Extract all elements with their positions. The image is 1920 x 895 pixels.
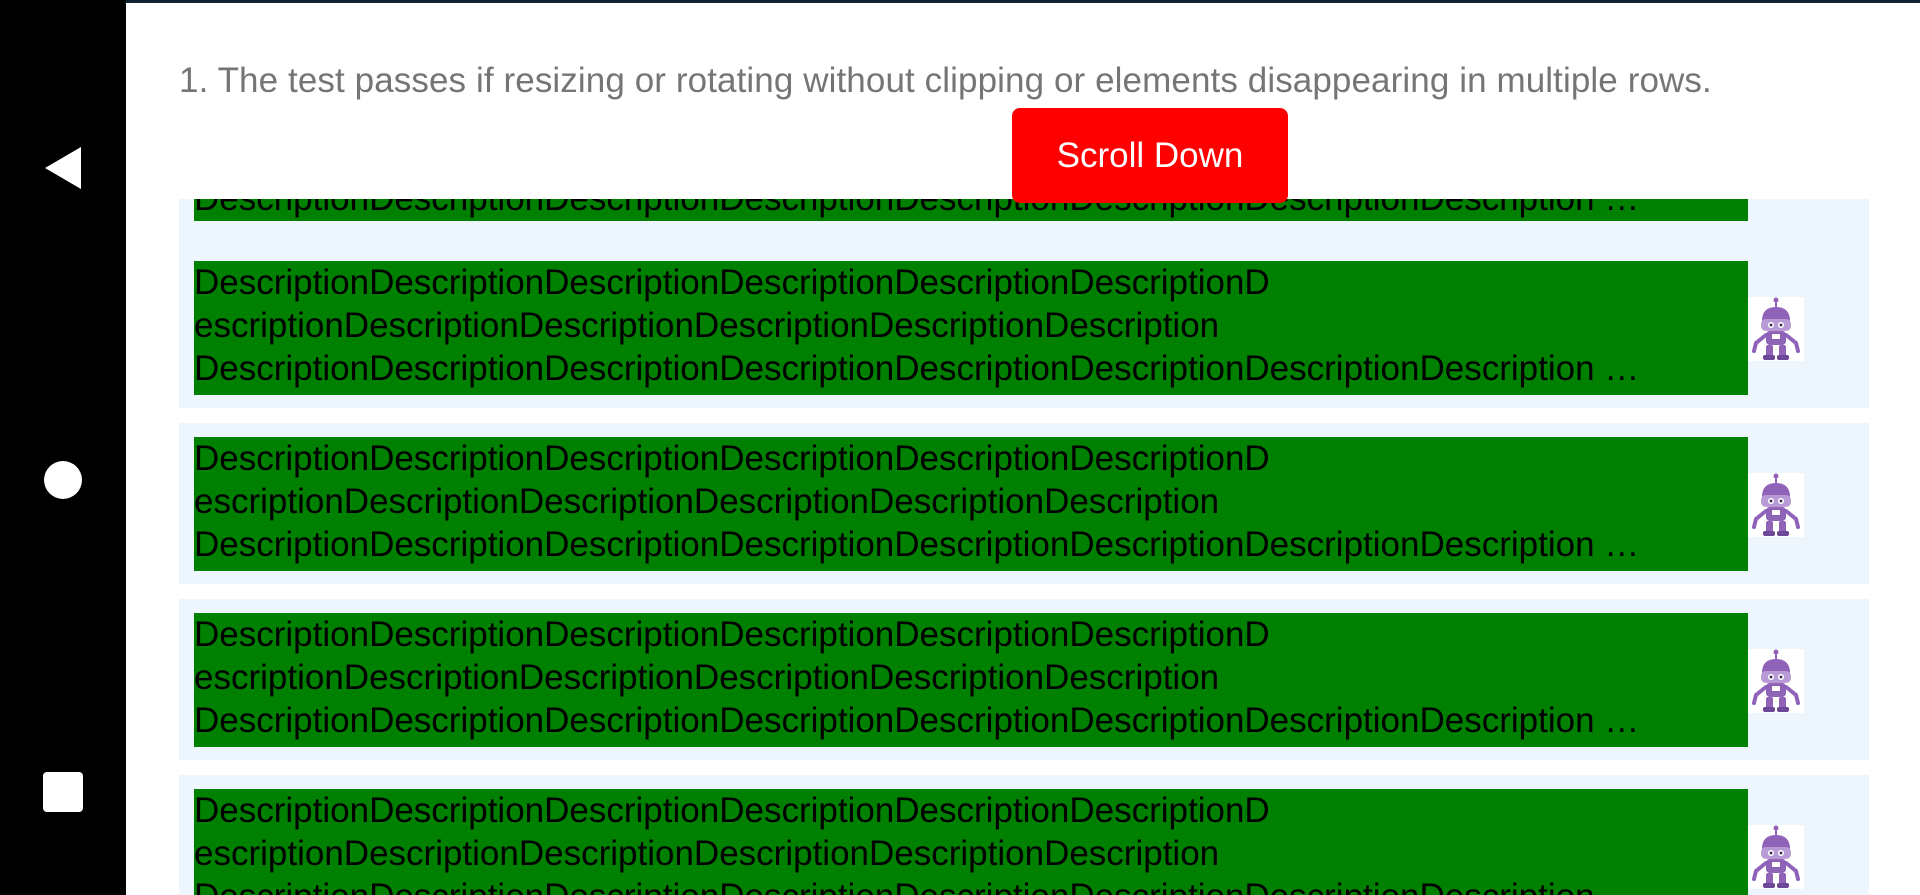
description-line-1: DescriptionDescriptionDescriptionDescrip… (194, 263, 1270, 302)
list-item-2[interactable]: DescriptionDescriptionDescriptionDescrip… (179, 247, 1869, 408)
dotnet-bot-icon (1748, 297, 1804, 361)
dotnet-bot-icon (1748, 649, 1804, 713)
description-line-3: DescriptionDescriptionDescriptionDescrip… (194, 349, 1640, 388)
collection-view[interactable]: DescriptionDescriptionDescriptionDescrip… (179, 199, 1869, 895)
scroll-down-button[interactable]: Scroll Down (1012, 108, 1288, 203)
page-content: 1. The test passes if resizing or rotati… (126, 3, 1920, 895)
description-label: DescriptionDescriptionDescriptionDescrip… (194, 437, 1748, 571)
recents-square-icon (43, 772, 83, 812)
description-line-2: escriptionDescriptionDescriptionDescript… (194, 306, 1220, 345)
description-label: DescriptionDescriptionDescriptionDescrip… (194, 789, 1748, 895)
list-item-3[interactable]: DescriptionDescriptionDescriptionDescrip… (179, 423, 1869, 584)
description-label: DescriptionDescriptionDescriptionDescrip… (194, 199, 1748, 221)
back-button[interactable] (0, 108, 126, 228)
test-instruction: 1. The test passes if resizing or rotati… (179, 61, 1712, 100)
list-item-4[interactable]: DescriptionDescriptionDescriptionDescrip… (179, 599, 1869, 760)
navigation-bar (0, 0, 126, 895)
back-triangle-icon (45, 147, 81, 189)
recents-button[interactable] (0, 732, 126, 852)
description-line-3: DescriptionDescriptionDescriptionDescrip… (194, 199, 1748, 220)
description-label: DescriptionDescriptionDescriptionDescrip… (194, 613, 1748, 747)
home-button[interactable] (0, 420, 126, 540)
dotnet-bot-icon (1748, 825, 1804, 889)
description-label: DescriptionDescriptionDescriptionDescrip… (194, 261, 1748, 395)
list-item-5[interactable]: DescriptionDescriptionDescriptionDescrip… (179, 775, 1869, 895)
description-line-1: DescriptionDescriptionDescriptionDescrip… (194, 615, 1270, 654)
description-line-1: DescriptionDescriptionDescriptionDescrip… (194, 439, 1270, 478)
description-line-2: escriptionDescriptionDescriptionDescript… (194, 834, 1220, 873)
description-line-3: DescriptionDescriptionDescriptionDescrip… (194, 525, 1640, 564)
description-line-1: DescriptionDescriptionDescriptionDescrip… (194, 791, 1270, 830)
description-line-2: escriptionDescriptionDescriptionDescript… (194, 482, 1220, 521)
dotnet-bot-icon (1748, 473, 1804, 537)
description-line-2: escriptionDescriptionDescriptionDescript… (194, 658, 1220, 697)
description-line-3: DescriptionDescriptionDescriptionDescrip… (194, 701, 1640, 740)
description-line-3: DescriptionDescriptionDescriptionDescrip… (194, 875, 1748, 895)
home-circle-icon (44, 461, 82, 499)
